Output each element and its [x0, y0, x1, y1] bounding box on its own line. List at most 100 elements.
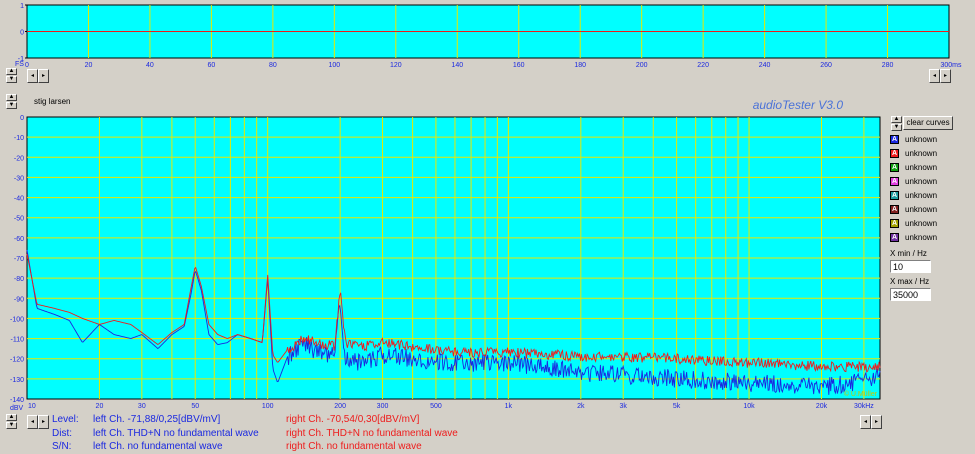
osc-x-tick-label: 20 [85, 62, 93, 69]
sp-y-tick-label: -120 [10, 357, 24, 364]
fs-label: FS [15, 61, 24, 68]
curve-color-swatch[interactable]: A [890, 135, 899, 144]
osc-zoom-up-button[interactable]: ▲ [6, 68, 17, 75]
spectrum-unit-label: dBV [10, 405, 24, 412]
sp-x-tick-label: 50 [191, 403, 199, 410]
sn-right-value: right Ch. no fundamental wave [286, 441, 422, 452]
osc-x-tick-label: 160 [513, 62, 525, 69]
dist-right-value: right Ch. THD+N no fundamental wave [286, 428, 458, 439]
dist-label: Dist: [52, 428, 72, 439]
osc-time-left-button[interactable]: ◂ [929, 69, 940, 83]
sp-y-tick-label: -70 [14, 256, 24, 263]
curve-label: unknown [905, 233, 938, 242]
curve-color-swatch[interactable]: A [890, 205, 899, 214]
oscilloscope-y-ticks: 10-1 [18, 3, 27, 63]
curve-color-swatch[interactable]: A [890, 219, 899, 228]
level-label: Level: [52, 414, 79, 425]
sp-y-tick-label: 0 [20, 115, 24, 122]
name-up-button[interactable]: ▲ [6, 94, 17, 101]
xmin-input[interactable] [890, 260, 931, 273]
sp-x-tick-label: 20 [96, 403, 104, 410]
curve-color-swatch[interactable]: A [890, 163, 899, 172]
sn-left-value: left Ch. no fundamental wave [93, 441, 223, 452]
spectrum-y-ticks: 0 -10 -20 -30 -40 -50 -60 -70 -80 -90 -100 -110 -120… [10, 115, 24, 404]
osc-x-tick-label: 40 [146, 62, 154, 69]
status-up-button[interactable]: ▲ [6, 414, 17, 421]
osc-x-tick-label: 280 [882, 62, 894, 69]
name-down-button[interactable]: ▼ [6, 102, 17, 109]
curve-legend-item[interactable]: Aunknown [890, 176, 970, 187]
sp-x-tick-label: 10 [28, 403, 36, 410]
clear-curves-button[interactable]: clear curves [903, 116, 953, 130]
sp-x-tick-label: 5k [673, 403, 681, 410]
spectrum-x-ticks: 10 20 30 50 100 200 300 500 1k 2k 3k 5k 10k 20k 30kHz [28, 403, 874, 410]
curve-legend-item[interactable]: Aunknown [890, 190, 970, 201]
osc-x-tick-label: 80 [269, 62, 277, 69]
sp-x-tick-label: 500 [430, 403, 442, 410]
xmax-input[interactable] [890, 288, 931, 301]
curve-legend-item[interactable]: Aunknown [890, 148, 970, 159]
sp-x-tick-label: 200 [334, 403, 346, 410]
osc-zoom-down-button[interactable]: ▼ [6, 76, 17, 83]
status-down-button[interactable]: ▼ [6, 422, 17, 429]
curve-color-swatch[interactable]: A [890, 233, 899, 242]
sp-y-tick-label: -90 [14, 296, 24, 303]
level-right-value: right Ch. -70,54/0,30[dBV/mV] [286, 414, 420, 425]
user-name: stig larsen [34, 97, 71, 106]
freq-scroll-right-button[interactable]: ▸ [38, 415, 49, 429]
sp-x-tick-label: 100 [262, 403, 274, 410]
curve-color-swatch[interactable]: A [890, 149, 899, 158]
sp-x-tick-label: 20k [816, 403, 828, 410]
dist-left-value: left Ch. THD+N no fundamental wave [93, 428, 259, 439]
curve-legend-item[interactable]: Aunknown [890, 204, 970, 215]
curves-up-button[interactable]: ▲ [891, 116, 902, 123]
freq-scroll-left-button[interactable]: ◂ [27, 415, 38, 429]
curve-legend-item[interactable]: Aunknown [890, 218, 970, 229]
xmax-label: X max / Hz [890, 277, 930, 286]
sp-y-tick-label: -80 [14, 276, 24, 283]
sp-y-tick-label: -20 [14, 155, 24, 162]
osc-x-tick-label: 0 [25, 62, 29, 69]
osc-scroll-right-button[interactable]: ▸ [38, 69, 49, 83]
curve-legend-item[interactable]: Aunknown [890, 134, 970, 145]
osc-x-last-label: 300ms [940, 62, 962, 69]
osc-x-tick-label: 240 [759, 62, 771, 69]
freq-right-right-button[interactable]: ▸ [871, 415, 882, 429]
sp-y-tick-label: -10 [14, 135, 24, 142]
sp-y-tick-label: -100 [10, 316, 24, 323]
sp-x-tick-label: 1k [505, 403, 513, 410]
sp-x-tick-label: 10k [743, 403, 755, 410]
spectrum-plot: 0 -10 -20 -30 -40 -50 -60 -70 -80 -90 -100 -110 -120… [10, 115, 881, 412]
sp-x-tick-label: 300 [377, 403, 389, 410]
curve-label: unknown [905, 149, 938, 158]
osc-y-tick-label: 1 [20, 3, 24, 10]
oscilloscope-x-ticks: 0 20 40 60 80 100 120 140 160 180 200 220 240 260 280 3… [25, 62, 962, 69]
osc-scroll-left-button[interactable]: ◂ [27, 69, 38, 83]
osc-x-tick-label: 200 [636, 62, 648, 69]
curve-label: unknown [905, 205, 938, 214]
curve-color-swatch[interactable]: A [890, 177, 899, 186]
osc-x-tick-label: 180 [574, 62, 586, 69]
sp-x-tick-label: 30 [138, 403, 146, 410]
curves-down-button[interactable]: ▼ [891, 124, 902, 131]
osc-time-right-button[interactable]: ▸ [940, 69, 951, 83]
sp-y-tick-label: -140 [10, 397, 24, 404]
copyright-label: © U.Müller [844, 390, 878, 398]
osc-x-tick-label: 140 [451, 62, 463, 69]
curve-label: unknown [905, 219, 938, 228]
sp-y-tick-label: -50 [14, 216, 24, 223]
sp-y-tick-label: -30 [14, 175, 24, 182]
freq-right-left-button[interactable]: ◂ [860, 415, 871, 429]
osc-x-tick-label: 120 [390, 62, 402, 69]
curve-label: unknown [905, 191, 938, 200]
curve-color-swatch[interactable]: A [890, 191, 899, 200]
curve-label: unknown [905, 177, 938, 186]
sn-label: S/N: [52, 441, 72, 452]
curve-legend-item[interactable]: Aunknown [890, 232, 970, 243]
curve-legend-item[interactable]: Aunknown [890, 162, 970, 173]
oscilloscope-plot: 10-1 0 20 40 60 80 100 120 140 160 180 200 220 240 26… [15, 3, 962, 69]
curve-label: unknown [905, 163, 938, 172]
sp-x-tick-label: 3k [620, 403, 628, 410]
sp-y-tick-label: -130 [10, 377, 24, 384]
curve-label: unknown [905, 135, 938, 144]
